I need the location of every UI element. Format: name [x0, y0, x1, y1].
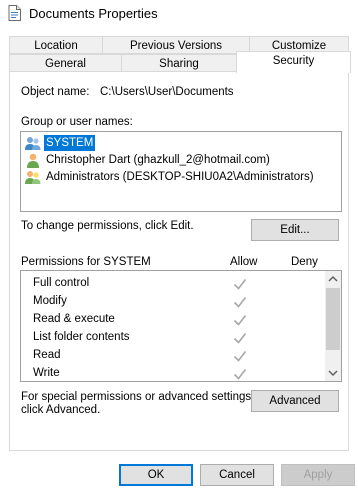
permissions-header: Permissions for SYSTEM	[21, 256, 151, 268]
permission-row-read: Read	[33, 347, 333, 365]
allow-check-icon	[233, 333, 247, 344]
allow-check-icon	[233, 279, 247, 290]
permission-name: Modify	[33, 295, 67, 307]
list-item-label: SYSTEM	[44, 135, 96, 151]
permission-name: Full control	[33, 277, 90, 289]
list-item-system[interactable]: SYSTEM	[24, 135, 338, 152]
tab-previous-versions[interactable]: Previous Versions	[102, 36, 250, 54]
advanced-button[interactable]: Advanced	[251, 390, 339, 412]
tab-location[interactable]: Location	[9, 36, 103, 54]
permission-row-list-folder-contents: List folder contents	[33, 329, 333, 347]
allow-check-icon	[233, 351, 247, 362]
permissions-list: Full control Modify Read & execute List …	[20, 270, 342, 382]
group-user-list: SYSTEM Christopher Dart (ghazkull_2@hotm…	[20, 131, 342, 212]
special-permissions-text-1: For special permissions or advanced sett…	[21, 391, 255, 403]
tab-general[interactable]: General	[9, 54, 122, 72]
permission-row-modify: Modify	[33, 293, 333, 311]
list-item-administrators[interactable]: Administrators (DESKTOP-SHIU0A2\Administ…	[24, 169, 338, 186]
permission-name: Write	[33, 367, 60, 379]
tab-strip: Location Previous Versions Customize Gen…	[0, 36, 358, 73]
permission-row-write: Write	[33, 365, 333, 381]
permission-row-full-control: Full control	[33, 275, 333, 293]
change-permissions-text: To change permissions, click Edit.	[21, 220, 194, 232]
user-icon	[27, 153, 39, 168]
permission-row-read-execute: Read & execute	[33, 311, 333, 329]
tab-security[interactable]: Security	[236, 51, 351, 73]
list-item-christopher-dart[interactable]: Christopher Dart (ghazkull_2@hotmail.com…	[24, 152, 338, 169]
object-name-label: Object name:	[21, 86, 90, 98]
tab-sharing[interactable]: Sharing	[121, 54, 237, 72]
allow-check-icon	[233, 297, 247, 308]
scrollbar-thumb[interactable]	[326, 288, 340, 350]
permission-name: Read	[33, 349, 61, 361]
allow-check-icon	[233, 315, 247, 326]
user-group-icon	[25, 171, 41, 184]
scroll-up-arrow-icon[interactable]	[325, 271, 341, 287]
cancel-button[interactable]: Cancel	[200, 464, 274, 486]
document-properties-icon	[8, 5, 21, 21]
special-permissions-text-2: click Advanced.	[21, 404, 101, 416]
scroll-down-arrow-icon[interactable]	[325, 365, 341, 381]
group-names-label: Group or user names:	[21, 116, 133, 128]
list-item-label: Administrators (DESKTOP-SHIU0A2\Administ…	[46, 171, 314, 183]
user-group-icon	[25, 137, 41, 150]
title-bar: Documents Properties	[0, 0, 358, 28]
apply-button[interactable]: Apply	[281, 464, 355, 486]
object-name-value: C:\Users\User\Documents	[100, 86, 234, 98]
allow-column-header: Allow	[230, 256, 258, 268]
window-title: Documents Properties	[29, 6, 158, 21]
permission-name: List folder contents	[33, 331, 130, 343]
list-item-label: Christopher Dart (ghazkull_2@hotmail.com…	[46, 154, 270, 166]
permission-name: Read & execute	[33, 313, 115, 325]
edit-button[interactable]: Edit...	[251, 219, 339, 241]
permissions-scrollbar[interactable]	[325, 271, 341, 381]
ok-button[interactable]: OK	[119, 464, 193, 486]
allow-check-icon	[233, 369, 247, 380]
deny-column-header: Deny	[291, 256, 318, 268]
